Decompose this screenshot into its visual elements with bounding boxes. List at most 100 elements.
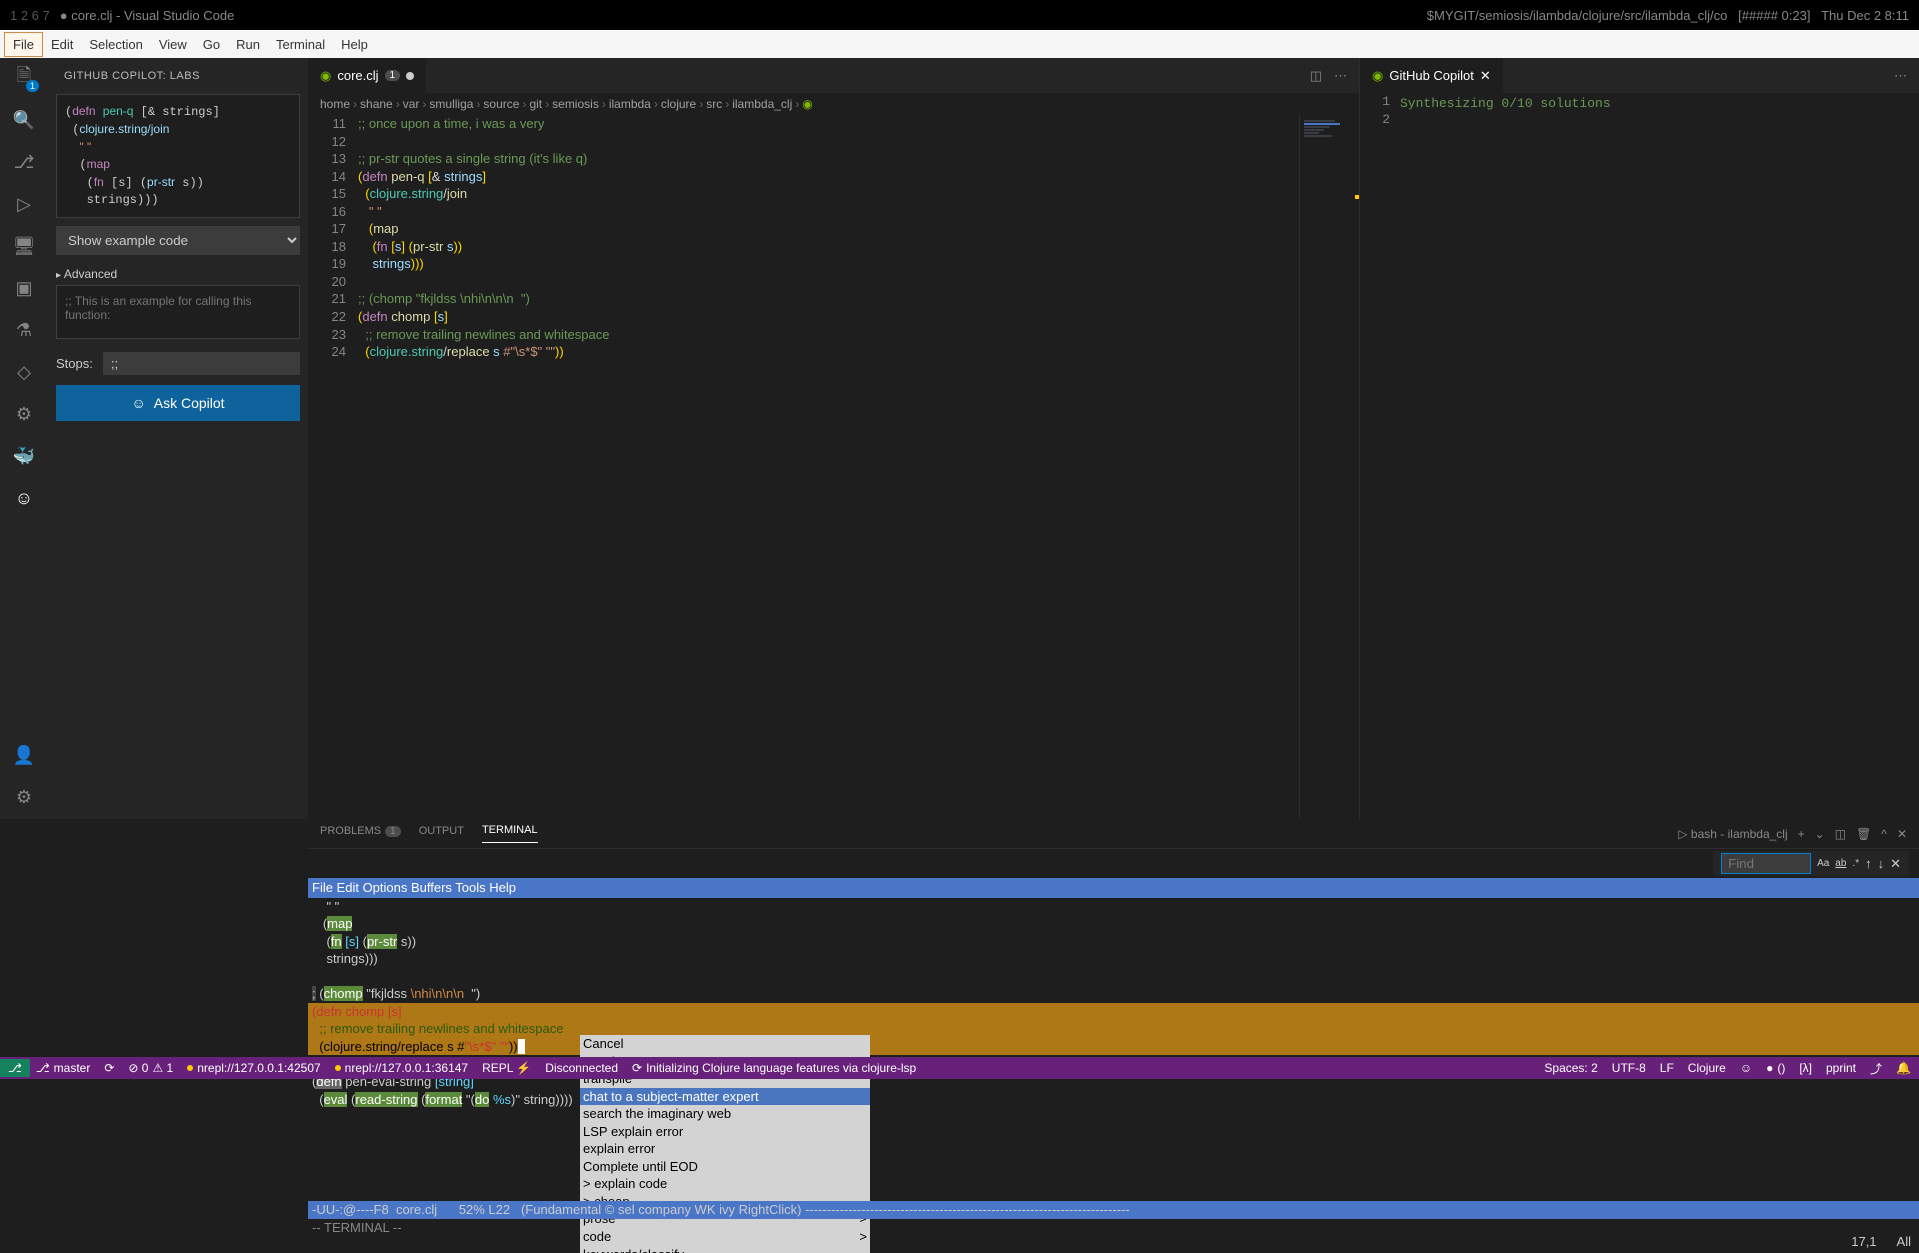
copilot-code-snippet: (defn pen-q [& strings] (clojure.string/… xyxy=(56,94,300,218)
pprint-status[interactable]: pprint xyxy=(1826,1060,1856,1077)
terminal-mode-status: -- TERMINAL -- xyxy=(308,1219,406,1237)
extensions-icon[interactable]: ▣ xyxy=(12,276,36,300)
debug-icon[interactable]: ▷ xyxy=(12,192,36,216)
popup-item-cancel[interactable]: Cancel xyxy=(580,1035,870,1053)
close-icon[interactable]: ✕ xyxy=(1480,68,1491,84)
example-select[interactable]: Show example code xyxy=(56,226,300,255)
minimap[interactable] xyxy=(1299,115,1359,819)
lambda-status[interactable]: [λ] xyxy=(1799,1060,1812,1077)
search-icon[interactable]: 🔍 xyxy=(12,108,36,132)
repl-status[interactable]: REPL ⚡ xyxy=(482,1061,531,1075)
find-next-icon[interactable]: ↓ xyxy=(1878,856,1885,871)
find-prev-icon[interactable]: ↑ xyxy=(1865,856,1872,871)
popup-item-lsp-explain[interactable]: LSP explain error xyxy=(580,1123,870,1141)
tab-badge: 1 xyxy=(385,70,401,81)
close-panel-icon[interactable]: ✕ xyxy=(1897,827,1907,841)
breadcrumb[interactable]: home›shane›var›smulliga›source›git›semio… xyxy=(308,93,1359,115)
popup-item-explain-code[interactable]: > explain code xyxy=(580,1175,870,1193)
activity-bar: 🗎1 🔍 ⎇ ▷ 🖥 ▣ ⚗ ◇ ⚙ 🐳 ☺ 👤 ⚙ xyxy=(0,58,48,819)
remote-icon[interactable]: 🖥 xyxy=(12,234,36,258)
popup-item-explain-error[interactable]: explain error xyxy=(580,1140,870,1158)
copilot-panel: 12 Synthesizing 0/10 solutions xyxy=(1360,93,1919,819)
panel-tab-terminal[interactable]: TERMINAL xyxy=(482,824,538,843)
tab-dirty-dot xyxy=(406,72,414,80)
sidebar: GITHUB COPILOT: LABS (defn pen-q [& stri… xyxy=(48,58,308,819)
eol-status[interactable]: LF xyxy=(1660,1060,1674,1077)
find-input[interactable] xyxy=(1721,853,1811,874)
split-editor-icon[interactable]: ◫ xyxy=(1310,68,1322,84)
explorer-badge: 1 xyxy=(26,80,39,92)
problems-status[interactable]: ⊘ 0 ⚠ 1 xyxy=(128,1061,173,1075)
copilot-small-icon: ☺ xyxy=(131,395,145,411)
panel-tab-output[interactable]: OUTPUT xyxy=(419,825,464,843)
gear2-icon[interactable]: ⚙ xyxy=(12,402,36,426)
editor-tabbar: ◉ core.clj 1 ◫ ⋯ xyxy=(308,58,1359,93)
os-topbar: 1 2 6 7 ● core.clj - Visual Studio Code … xyxy=(0,0,1919,30)
paren-status[interactable]: ● () xyxy=(1766,1060,1785,1077)
menu-view[interactable]: View xyxy=(151,33,195,56)
menu-terminal[interactable]: Terminal xyxy=(268,33,333,56)
emacs-modeline: -UU-:@----F8 core.clj 52% L22 (Fundament… xyxy=(308,1201,1919,1219)
encoding-status[interactable]: UTF-8 xyxy=(1612,1060,1646,1077)
remote-indicator[interactable]: ⎇ xyxy=(0,1059,30,1077)
advanced-toggle[interactable]: Advanced xyxy=(56,263,300,285)
popup-item-code[interactable]: code xyxy=(580,1228,870,1246)
terminal-find-bar: Aa ab .* ↑ ↓ ✕ xyxy=(1713,851,1909,876)
explorer-icon[interactable]: 🗎1 xyxy=(12,66,36,90)
maximize-panel-icon[interactable]: ^ xyxy=(1881,827,1887,841)
terminal-dropdown-icon[interactable]: ⌄ xyxy=(1815,827,1825,841)
menu-run[interactable]: Run xyxy=(228,33,268,56)
test-icon[interactable]: ⚗ xyxy=(12,318,36,342)
path-display: $MYGIT/semiosis/ilambda/clojure/src/ilam… xyxy=(1427,8,1728,23)
panel-tab-problems[interactable]: PROBLEMS1 xyxy=(320,825,401,843)
popup-item-search-web[interactable]: search the imaginary web xyxy=(580,1105,870,1123)
popup-item-keywords[interactable]: keywords/classify xyxy=(580,1246,870,1253)
tab-more-icon[interactable]: ⋯ xyxy=(1894,68,1907,84)
copilot-status-icon[interactable]: ☺ xyxy=(1740,1060,1752,1077)
language-status[interactable]: Clojure xyxy=(1688,1060,1726,1077)
find-close-icon[interactable]: ✕ xyxy=(1890,856,1901,872)
tab-copilot[interactable]: ◉ GitHub Copilot ✕ xyxy=(1360,58,1503,93)
scm-icon[interactable]: ⎇ xyxy=(12,150,36,174)
new-terminal-icon[interactable]: + xyxy=(1798,827,1805,841)
workspace-nums: 1 2 6 7 xyxy=(10,8,50,23)
tab-more-icon[interactable]: ⋯ xyxy=(1334,68,1347,84)
settings-icon[interactable]: ⚙ xyxy=(12,785,36,809)
date-display: Thu Dec 2 8:11 xyxy=(1821,8,1909,23)
copilot-icon[interactable]: ☺ xyxy=(12,486,36,510)
nrepl-1[interactable]: nrepl://127.0.0.1:42507 xyxy=(187,1061,320,1075)
menu-go[interactable]: Go xyxy=(195,33,228,56)
sync-button[interactable]: ⟳ xyxy=(104,1061,114,1075)
docker-icon[interactable]: 🐳 xyxy=(12,444,36,468)
meta-display: [##### 0:23] xyxy=(1738,8,1810,23)
menu-help[interactable]: Help xyxy=(333,33,376,56)
window-title: ● core.clj - Visual Studio Code xyxy=(60,8,235,23)
regex-icon[interactable]: .* xyxy=(1852,858,1859,869)
tab-core-clj[interactable]: ◉ core.clj 1 xyxy=(308,58,426,93)
popup-item-chat-expert[interactable]: chat to a subject-matter expert xyxy=(580,1088,870,1106)
scroll-position: All xyxy=(1897,1233,1911,1251)
copilot-status-text: Synthesizing 0/10 solutions xyxy=(1400,93,1611,819)
bell-icon[interactable]: 🔔 xyxy=(1896,1060,1911,1077)
menu-file[interactable]: File xyxy=(4,32,43,57)
menu-edit[interactable]: Edit xyxy=(43,33,81,56)
match-case-icon[interactable]: Aa xyxy=(1817,858,1829,869)
git-branch[interactable]: ⎇ master xyxy=(36,1061,91,1075)
menu-selection[interactable]: Selection xyxy=(81,33,150,56)
terminal-shell-label[interactable]: ▷ bash - ilambda_clj xyxy=(1678,827,1787,841)
feedback-icon[interactable]: ⤴ xyxy=(1870,1060,1882,1077)
example-textarea[interactable] xyxy=(56,285,300,339)
stops-input[interactable] xyxy=(103,352,300,375)
whole-word-icon[interactable]: ab xyxy=(1835,858,1846,869)
sidebar-title: GITHUB COPILOT: LABS xyxy=(56,66,300,86)
popup-item-complete-eod[interactable]: Complete until EOD xyxy=(580,1158,870,1176)
editor-main[interactable]: 1112131415161718192021222324 ;; once upo… xyxy=(308,115,1359,819)
copilot-tab-icon: ◉ xyxy=(1372,68,1383,84)
kill-terminal-icon[interactable]: 🗑 xyxy=(1856,827,1871,841)
nrepl-2[interactable]: nrepl://127.0.0.1:36147 xyxy=(335,1061,468,1075)
account-icon[interactable]: 👤 xyxy=(12,743,36,767)
spaces-status[interactable]: Spaces: 2 xyxy=(1544,1060,1597,1077)
ask-copilot-button[interactable]: ☺Ask Copilot xyxy=(56,385,300,421)
split-terminal-icon[interactable]: ◫ xyxy=(1835,827,1846,841)
cube-icon[interactable]: ◇ xyxy=(12,360,36,384)
